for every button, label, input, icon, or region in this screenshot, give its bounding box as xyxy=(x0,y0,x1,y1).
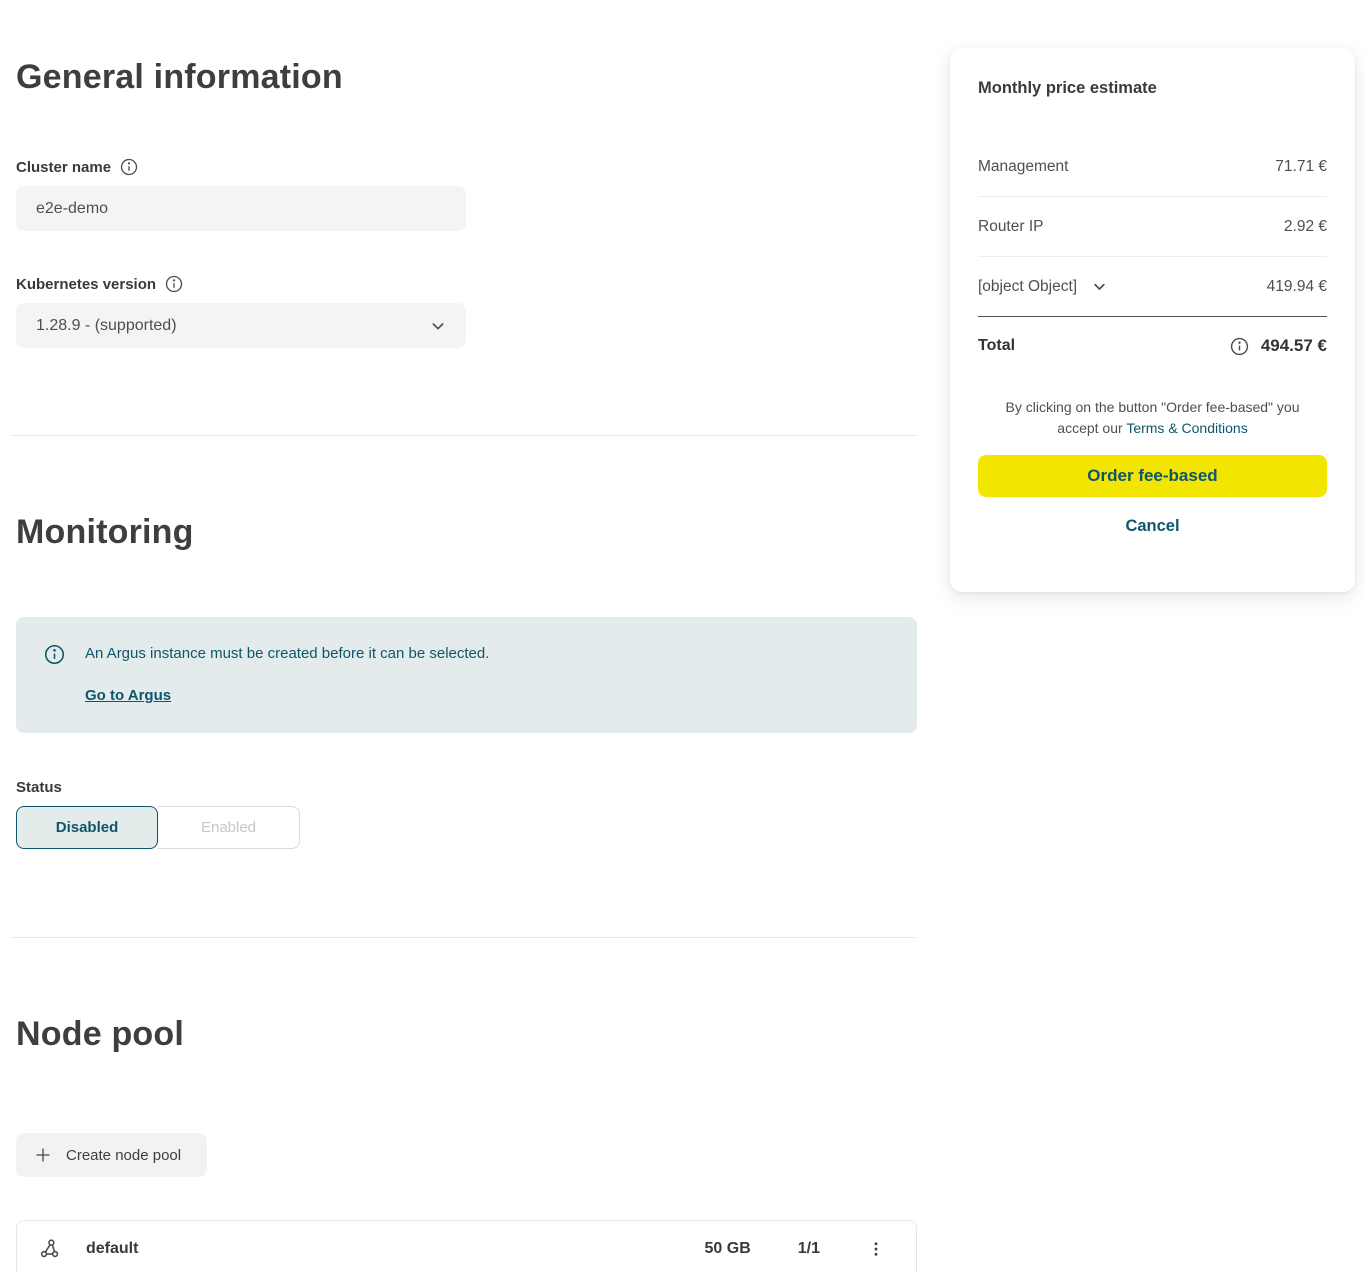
order-disclaimer: By clicking on the button "Order fee-bas… xyxy=(978,397,1327,439)
cancel-button[interactable]: Cancel xyxy=(1125,517,1179,536)
kubernetes-version-value: 1.28.9 - (supported) xyxy=(36,317,177,335)
price-rows: Management 71.71 € Router IP 2.92 € [obj… xyxy=(978,137,1327,317)
info-icon[interactable] xyxy=(120,158,138,176)
status-label: Status xyxy=(16,779,62,796)
price-card-title: Monthly price estimate xyxy=(978,79,1327,98)
price-row-value: 2.92 € xyxy=(1284,218,1327,236)
cluster-name-input[interactable] xyxy=(16,186,466,231)
info-icon[interactable] xyxy=(1230,337,1249,356)
kubernetes-version-label-row: Kubernetes version xyxy=(16,275,183,293)
node-pool-heading: Node pool xyxy=(16,1015,184,1054)
price-row-value: 71.71 € xyxy=(1275,158,1327,176)
price-row-value: 419.94 € xyxy=(1267,278,1327,296)
price-row-node-pools: [object Object] 419.94 € xyxy=(978,257,1327,317)
argus-info-banner: An Argus instance must be created before… xyxy=(16,617,917,733)
section-divider xyxy=(10,937,916,938)
status-label-row: Status xyxy=(16,779,62,796)
node-pool-name: default xyxy=(86,1240,138,1258)
info-icon xyxy=(44,644,65,665)
monthly-price-estimate-card: Monthly price estimate Management 71.71 … xyxy=(950,48,1355,592)
total-label: Total xyxy=(978,337,1015,355)
status-option-enabled[interactable]: Enabled xyxy=(158,806,300,849)
cluster-name-label-row: Cluster name xyxy=(16,158,138,176)
go-to-argus-link[interactable]: Go to Argus xyxy=(85,687,171,704)
cluster-name-label: Cluster name xyxy=(16,159,111,176)
total-value: 494.57 € xyxy=(1261,336,1327,356)
price-row-label: Router IP xyxy=(978,218,1043,236)
argus-banner-message: An Argus instance must be created before… xyxy=(85,643,489,664)
terms-and-conditions-link[interactable]: Terms & Conditions xyxy=(1126,420,1247,436)
disclaimer-line1: By clicking on the button "Order fee-bas… xyxy=(1006,399,1300,415)
price-row-label: Management xyxy=(978,158,1068,176)
price-row-label-text: [object Object] xyxy=(978,278,1077,296)
status-option-disabled[interactable]: Disabled xyxy=(16,806,158,849)
total-row: Total 494.57 € xyxy=(978,317,1327,375)
disclaimer-line2-prefix: accept our xyxy=(1057,420,1126,436)
node-pool-icon xyxy=(39,1238,61,1260)
cluster-create-page: General information Cluster name Kuberne… xyxy=(0,0,1365,1273)
kubernetes-version-label: Kubernetes version xyxy=(16,276,156,293)
price-row-management: Management 71.71 € xyxy=(978,137,1327,197)
info-icon[interactable] xyxy=(165,275,183,293)
status-toggle-group: Disabled Enabled xyxy=(16,806,300,849)
kubernetes-version-select[interactable]: 1.28.9 - (supported) xyxy=(16,303,466,348)
create-node-pool-label: Create node pool xyxy=(66,1147,181,1164)
section-divider xyxy=(10,435,916,436)
node-pool-storage: 50 GB xyxy=(705,1240,751,1258)
chevron-down-icon xyxy=(430,318,446,334)
create-node-pool-button[interactable]: Create node pool xyxy=(16,1133,207,1177)
kebab-menu-icon[interactable] xyxy=(864,1237,888,1261)
general-information-heading: General information xyxy=(16,58,343,97)
price-row-router-ip: Router IP 2.92 € xyxy=(978,197,1327,257)
order-fee-based-button[interactable]: Order fee-based xyxy=(978,455,1327,497)
monitoring-heading: Monitoring xyxy=(16,513,194,552)
node-pool-row[interactable]: default 50 GB 1/1 xyxy=(16,1220,917,1273)
chevron-down-icon[interactable] xyxy=(1092,279,1107,294)
price-row-label: [object Object] xyxy=(978,278,1107,296)
node-pool-node-count: 1/1 xyxy=(798,1240,820,1258)
plus-icon xyxy=(34,1146,52,1164)
